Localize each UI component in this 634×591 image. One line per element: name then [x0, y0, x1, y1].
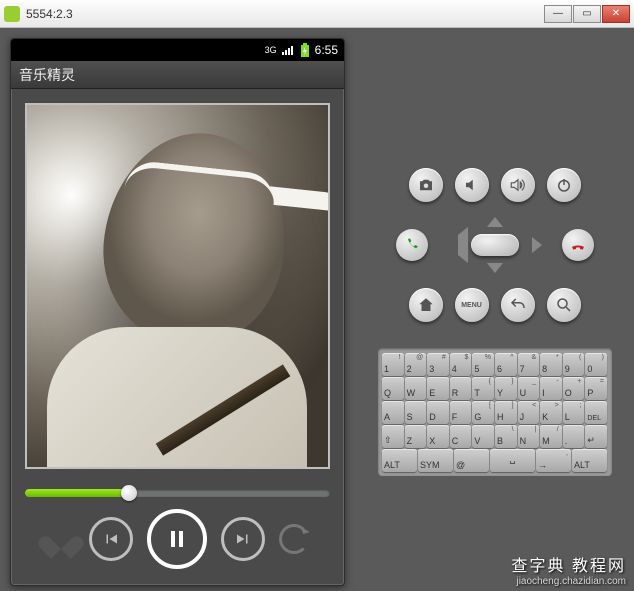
camera-button[interactable] — [409, 168, 443, 202]
key-l[interactable]: L; — [563, 401, 585, 424]
key-z[interactable]: Z — [405, 425, 427, 448]
key-o[interactable]: O+ — [563, 377, 585, 400]
key-6[interactable]: 6^ — [495, 353, 517, 376]
key-space[interactable]: ␣ — [490, 449, 535, 472]
key-5[interactable]: 5% — [472, 353, 494, 376]
album-artwork — [25, 103, 330, 469]
repeat-button[interactable] — [279, 524, 309, 554]
key-@[interactable]: @ — [454, 449, 489, 472]
android-statusbar: 3G 6:55 — [11, 39, 344, 61]
home-button[interactable] — [409, 288, 443, 322]
key-↵[interactable]: ↵ — [585, 425, 607, 448]
minimize-button[interactable]: — — [544, 5, 572, 23]
key-m[interactable]: M/ — [540, 425, 562, 448]
key-d[interactable]: D — [427, 401, 449, 424]
key-p[interactable]: P= — [585, 377, 607, 400]
playback-slider[interactable] — [25, 489, 330, 497]
key-s[interactable]: S — [405, 401, 427, 424]
key-w[interactable]: W — [405, 377, 427, 400]
key-y[interactable]: Y} — [495, 377, 517, 400]
key-2[interactable]: 2@ — [405, 353, 427, 376]
key-k[interactable]: K> — [540, 401, 562, 424]
key-1[interactable]: 1! — [382, 353, 404, 376]
key-h[interactable]: H] — [495, 401, 517, 424]
dpad-down[interactable] — [487, 263, 503, 273]
window-titlebar: 5554:2.3 — ▭ ✕ — [0, 0, 634, 28]
app-titlebar: 音乐精灵 — [11, 61, 344, 89]
network-indicator: 3G — [265, 44, 295, 56]
key-7[interactable]: 7& — [518, 353, 540, 376]
key-t[interactable]: T{ — [472, 377, 494, 400]
key-b[interactable]: B\ — [495, 425, 517, 448]
close-button[interactable]: ✕ — [602, 5, 630, 23]
key-a[interactable]: A — [382, 401, 404, 424]
volume-down-button[interactable] — [455, 168, 489, 202]
watermark-title: 查字典 教程网 — [512, 552, 626, 576]
previous-button[interactable] — [89, 517, 133, 561]
emulator-hardware-buttons: MENU — [396, 168, 594, 322]
app-title: 音乐精灵 — [19, 65, 75, 85]
next-button[interactable] — [221, 517, 265, 561]
watermark-url: jiaocheng.chazidian.com — [512, 576, 626, 587]
end-call-button[interactable] — [562, 229, 594, 261]
key-⇧[interactable]: ⇧ — [382, 425, 404, 448]
call-button[interactable] — [396, 229, 428, 261]
key-e[interactable]: E — [427, 377, 449, 400]
dpad-left[interactable] — [438, 227, 468, 263]
key-.[interactable]: . — [563, 425, 585, 448]
key-0[interactable]: 0) — [585, 353, 607, 376]
key-r[interactable]: R — [450, 377, 472, 400]
dpad-center[interactable] — [471, 234, 519, 256]
play-pause-button[interactable] — [147, 509, 207, 569]
playback-thumb[interactable] — [121, 485, 137, 501]
dpad — [440, 212, 550, 278]
key-q[interactable]: Q — [382, 377, 404, 400]
battery-icon — [301, 43, 309, 57]
key-x[interactable]: X — [427, 425, 449, 448]
key-alt[interactable]: ALT — [382, 449, 417, 472]
playback-fill — [25, 489, 129, 497]
key-f[interactable]: F — [450, 401, 472, 424]
key-alt[interactable]: ALT — [572, 449, 607, 472]
key-del[interactable]: DEL — [585, 401, 607, 424]
search-button[interactable] — [547, 288, 581, 322]
key-v[interactable]: V — [472, 425, 494, 448]
key-i[interactable]: I- — [540, 377, 562, 400]
key-u[interactable]: U_ — [518, 377, 540, 400]
key-→[interactable]: →, — [536, 449, 571, 472]
window-title: 5554:2.3 — [26, 7, 73, 21]
maximize-button[interactable]: ▭ — [573, 5, 601, 23]
clock: 6:55 — [315, 43, 338, 57]
menu-button[interactable]: MENU — [455, 288, 489, 322]
key-g[interactable]: G[ — [472, 401, 494, 424]
volume-up-button[interactable] — [501, 168, 535, 202]
key-j[interactable]: J< — [518, 401, 540, 424]
dpad-right[interactable] — [532, 237, 542, 253]
key-c[interactable]: C — [450, 425, 472, 448]
dpad-up[interactable] — [487, 217, 503, 227]
key-4[interactable]: 4$ — [450, 353, 472, 376]
key-9[interactable]: 9( — [563, 353, 585, 376]
watermark: 查字典 教程网 jiaocheng.chazidian.com — [512, 552, 626, 587]
back-button[interactable] — [501, 288, 535, 322]
network-label: 3G — [265, 46, 277, 55]
key-3[interactable]: 3# — [427, 353, 449, 376]
power-button[interactable] — [547, 168, 581, 202]
emulator-keyboard: 1!2@3#4$5%6^7&8*9(0) QWERT{Y}U_I-O+P= AS… — [378, 348, 612, 476]
key-sym[interactable]: SYM — [418, 449, 453, 472]
signal-icon — [281, 44, 295, 56]
key-n[interactable]: N| — [518, 425, 540, 448]
app-window-icon — [4, 6, 20, 22]
android-emulator-screen: 3G 6:55 音乐精灵 — [10, 38, 345, 586]
like-button[interactable] — [47, 527, 75, 551]
key-8[interactable]: 8* — [540, 353, 562, 376]
